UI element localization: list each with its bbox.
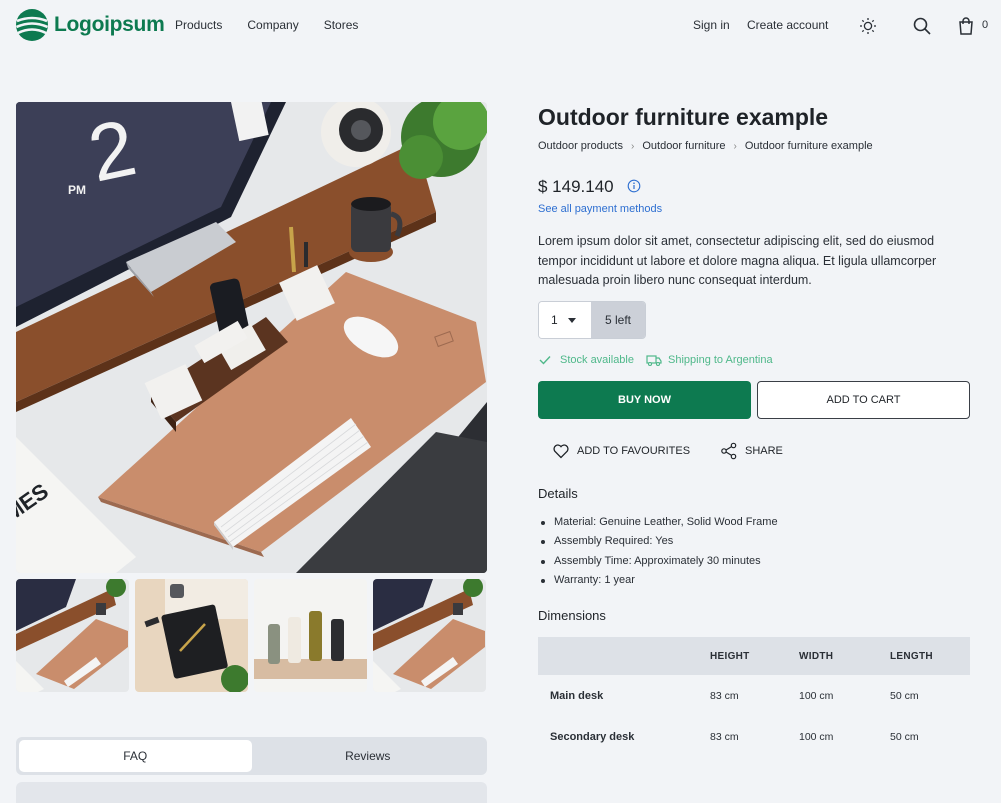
logo[interactable]: Logoipsum: [16, 9, 165, 41]
desk-scene-illustration: 2 PM MES: [16, 102, 487, 573]
truck-icon: [646, 355, 662, 367]
svg-text:PM: PM: [68, 183, 86, 197]
tab-faq[interactable]: FAQ: [19, 740, 252, 772]
table-header: WIDTH: [799, 637, 890, 675]
thumbnail-strip: [16, 579, 486, 692]
main-nav: Products Company Stores: [175, 18, 383, 32]
breadcrumb: Outdoor products › Outdoor furniture › O…: [538, 140, 873, 152]
check-icon: [539, 356, 551, 365]
tab-panel: [16, 782, 487, 803]
sign-in-link[interactable]: Sign in: [693, 18, 730, 32]
search-icon[interactable]: [912, 16, 932, 36]
dimensions-table: HEIGHT WIDTH LENGTH Main desk 83 cm 100 …: [538, 637, 970, 757]
buy-now-button[interactable]: BUY NOW: [538, 381, 751, 419]
cart-count: 0: [982, 19, 989, 31]
details-item: Assembly Required: Yes: [541, 535, 778, 554]
table-cell: 50 cm: [890, 730, 919, 743]
logo-mark-icon: [16, 9, 48, 41]
sun-icon[interactable]: [858, 16, 878, 36]
quantity-selector: 1 5 left: [538, 301, 646, 339]
thumbnail-2[interactable]: [135, 579, 248, 692]
logo-text: Logoipsum: [54, 13, 165, 36]
shipping-text: Shipping to Argentina: [668, 354, 773, 366]
table-cell: 100 cm: [799, 689, 834, 702]
product-price: $ 149.140: [538, 177, 614, 196]
quantity-select[interactable]: 1: [539, 302, 591, 338]
table-header: HEIGHT: [710, 637, 799, 675]
add-to-favourites-button[interactable]: ADD TO FAVOURITES: [552, 442, 690, 460]
table-header: LENGTH: [890, 637, 970, 675]
table-header-row: HEIGHT WIDTH LENGTH: [538, 637, 970, 675]
share-icon: [721, 442, 737, 460]
table-cell: 100 cm: [799, 730, 834, 743]
tab-reviews[interactable]: Reviews: [252, 740, 485, 772]
product-description: Lorem ipsum dolor sit amet, consectetur …: [538, 234, 937, 287]
heart-icon: [553, 444, 569, 459]
breadcrumb-item[interactable]: Outdoor products: [538, 140, 623, 152]
add-to-cart-button[interactable]: ADD TO CART: [757, 381, 970, 419]
caret-down-icon: [567, 317, 576, 323]
dimensions-heading: Dimensions: [538, 608, 606, 623]
table-cell: Main desk: [550, 689, 604, 702]
table-row: Secondary desk 83 cm 100 cm 50 cm: [538, 716, 970, 757]
nav-company[interactable]: Company: [247, 18, 298, 32]
thumbnail-4[interactable]: [373, 579, 486, 692]
breadcrumb-item[interactable]: Outdoor furniture: [642, 140, 725, 152]
table-header: [538, 637, 710, 675]
shopping-bag-icon[interactable]: [956, 16, 976, 36]
product-main-image[interactable]: 2 PM MES: [16, 102, 487, 573]
chevron-right-icon: ›: [631, 140, 635, 152]
details-list: Material: Genuine Leather, Solid Wood Fr…: [541, 516, 778, 593]
shipping-info: Shipping to Argentina: [646, 353, 773, 367]
product-title: Outdoor furniture example: [538, 104, 829, 130]
table-cell: Secondary desk: [550, 730, 635, 743]
table-row: Main desk 83 cm 100 cm 50 cm: [538, 675, 970, 716]
add-to-favourites-label: ADD TO FAVOURITES: [577, 445, 691, 457]
info-icon[interactable]: [627, 179, 641, 193]
share-button[interactable]: SHARE: [720, 442, 783, 460]
stock-status: Stock available: [538, 353, 634, 367]
quantity-value: 1: [551, 313, 558, 327]
details-item: Assembly Time: Approximately 30 minutes: [541, 555, 778, 574]
chevron-right-icon: ›: [733, 140, 737, 152]
content-tabs: FAQ Reviews: [16, 737, 487, 775]
thumbnail-1[interactable]: [16, 579, 129, 692]
table-cell: 50 cm: [890, 689, 919, 702]
details-heading: Details: [538, 486, 578, 501]
details-item: Material: Genuine Leather, Solid Wood Fr…: [541, 516, 778, 535]
create-account-link[interactable]: Create account: [747, 18, 828, 32]
stock-left-badge: 5 left: [591, 302, 645, 338]
share-label: SHARE: [745, 445, 783, 457]
thumbnail-3[interactable]: [254, 579, 367, 692]
nav-stores[interactable]: Stores: [324, 18, 359, 32]
table-cell: 83 cm: [710, 730, 739, 743]
payment-methods-link[interactable]: See all payment methods: [538, 203, 662, 215]
site-header: Logoipsum Products Company Stores Sign i…: [0, 0, 1001, 52]
breadcrumb-current: Outdoor furniture example: [744, 140, 873, 152]
details-item: Warranty: 1 year: [541, 574, 778, 593]
nav-products[interactable]: Products: [175, 18, 222, 32]
stock-status-text: Stock available: [560, 354, 634, 366]
table-cell: 83 cm: [710, 689, 739, 702]
